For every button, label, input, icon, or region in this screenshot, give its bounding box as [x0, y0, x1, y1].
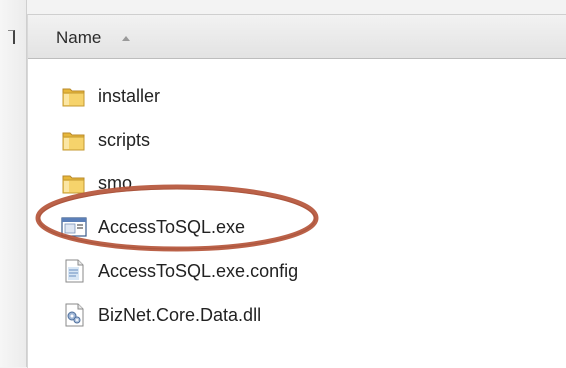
file-name: AccessToSQL.exe.config: [98, 261, 299, 281]
file-name: scripts: [98, 130, 151, 150]
sort-ascending-icon: [122, 36, 130, 41]
column-header-label: Name: [56, 28, 102, 47]
folder-icon: [62, 132, 85, 151]
dll-gear-icon: [65, 303, 84, 327]
file-name: BizNet.Core.Data.dll: [98, 305, 262, 325]
list-item-accesstosql-exe-config[interactable]: AccessToSQL.exe.config: [60, 256, 360, 286]
config-file-icon: [65, 259, 84, 283]
column-header-name[interactable]: Name: [28, 15, 566, 59]
list-item-installer[interactable]: installer: [60, 81, 360, 111]
file-list-pane: Name installer scripts smo AccessToSQL.e…: [27, 14, 566, 368]
list-item-smo[interactable]: smo: [60, 168, 360, 198]
application-window-icon: [61, 217, 87, 237]
navigation-pane: [0, 0, 27, 367]
list-item-scripts[interactable]: scripts: [60, 125, 360, 155]
folder-icon: [62, 175, 85, 194]
list-item-biznet-core-data-dll[interactable]: BizNet.Core.Data.dll: [60, 300, 360, 330]
folder-icon: [62, 88, 85, 107]
file-name: installer: [98, 86, 161, 106]
file-name: smo: [98, 173, 133, 193]
list-item-accesstosql-exe[interactable]: AccessToSQL.exe: [60, 212, 360, 242]
file-name: AccessToSQL.exe: [98, 217, 246, 237]
pane-splitter-handle[interactable]: [8, 30, 15, 44]
